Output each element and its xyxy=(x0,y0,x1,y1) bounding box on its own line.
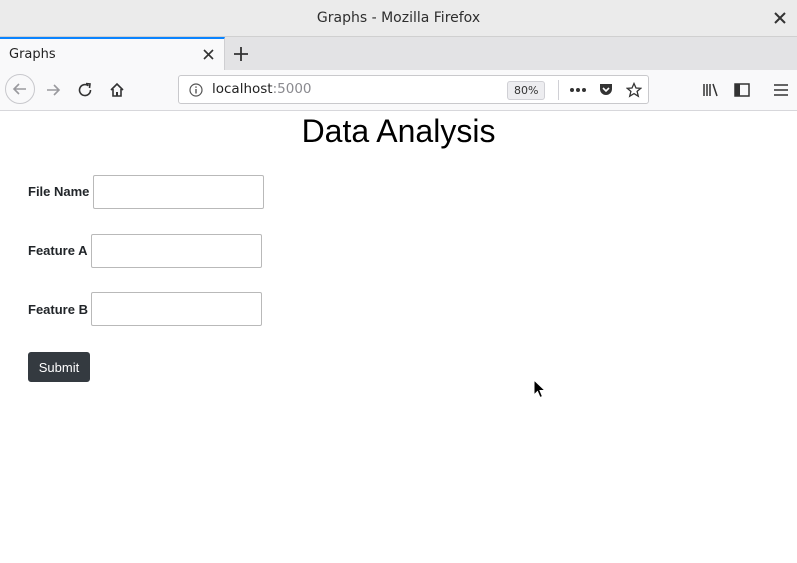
forward-button[interactable] xyxy=(39,76,67,104)
mouse-cursor-icon xyxy=(533,379,547,399)
menu-button[interactable] xyxy=(767,76,795,104)
window-title: Graphs - Mozilla Firefox xyxy=(316,10,481,26)
home-icon xyxy=(110,82,124,97)
sidebar-icon xyxy=(734,83,750,97)
urlbar-separator xyxy=(558,80,559,100)
arrow-left-icon xyxy=(12,83,26,95)
new-tab-button[interactable] xyxy=(230,43,252,65)
file-name-label: File Name xyxy=(28,184,90,199)
close-icon xyxy=(202,48,214,60)
library-icon xyxy=(703,83,718,97)
feature-b-input[interactable] xyxy=(91,292,262,326)
home-button[interactable] xyxy=(103,76,131,104)
tab-graphs[interactable]: Graphs xyxy=(0,37,225,70)
window-close-button[interactable] xyxy=(771,9,789,27)
star-icon xyxy=(626,82,642,98)
bookmark-star-button[interactable] xyxy=(624,80,644,100)
url-bar[interactable]: localhost:5000 80% xyxy=(178,75,649,104)
plus-icon xyxy=(234,47,248,61)
page-title: Data Analysis xyxy=(301,113,496,149)
feature-a-label: Feature A xyxy=(28,243,88,258)
more-horizontal-icon xyxy=(570,88,586,92)
zoom-indicator[interactable]: 80% xyxy=(507,81,546,100)
hamburger-menu-icon xyxy=(774,84,788,96)
url-text[interactable]: localhost:5000 xyxy=(212,76,312,103)
sidebar-toggle-button[interactable] xyxy=(728,76,756,104)
tab-strip: Graphs xyxy=(0,37,797,71)
reload-icon xyxy=(78,82,92,97)
url-port: :5000 xyxy=(272,81,312,97)
reload-button[interactable] xyxy=(71,76,99,104)
page-actions-button[interactable] xyxy=(568,80,588,100)
feature-b-label: Feature B xyxy=(28,302,88,317)
back-button[interactable] xyxy=(5,74,35,104)
page-content: Data Analysis File Name Feature A Featur… xyxy=(0,111,797,563)
close-icon xyxy=(774,12,786,24)
library-button[interactable] xyxy=(697,76,725,104)
arrow-right-icon xyxy=(47,84,61,96)
url-host: localhost xyxy=(212,81,273,97)
site-info-icon[interactable] xyxy=(188,82,204,98)
pocket-icon xyxy=(600,84,612,95)
window-titlebar: Graphs - Mozilla Firefox xyxy=(0,0,797,37)
tab-label: Graphs xyxy=(9,47,56,62)
tab-close-button[interactable] xyxy=(201,47,215,61)
navigation-bar: localhost:5000 80% xyxy=(0,70,797,111)
file-name-input[interactable] xyxy=(93,175,264,209)
submit-button[interactable]: Submit xyxy=(28,352,90,382)
pocket-button[interactable] xyxy=(596,80,616,100)
feature-a-input[interactable] xyxy=(91,234,262,268)
